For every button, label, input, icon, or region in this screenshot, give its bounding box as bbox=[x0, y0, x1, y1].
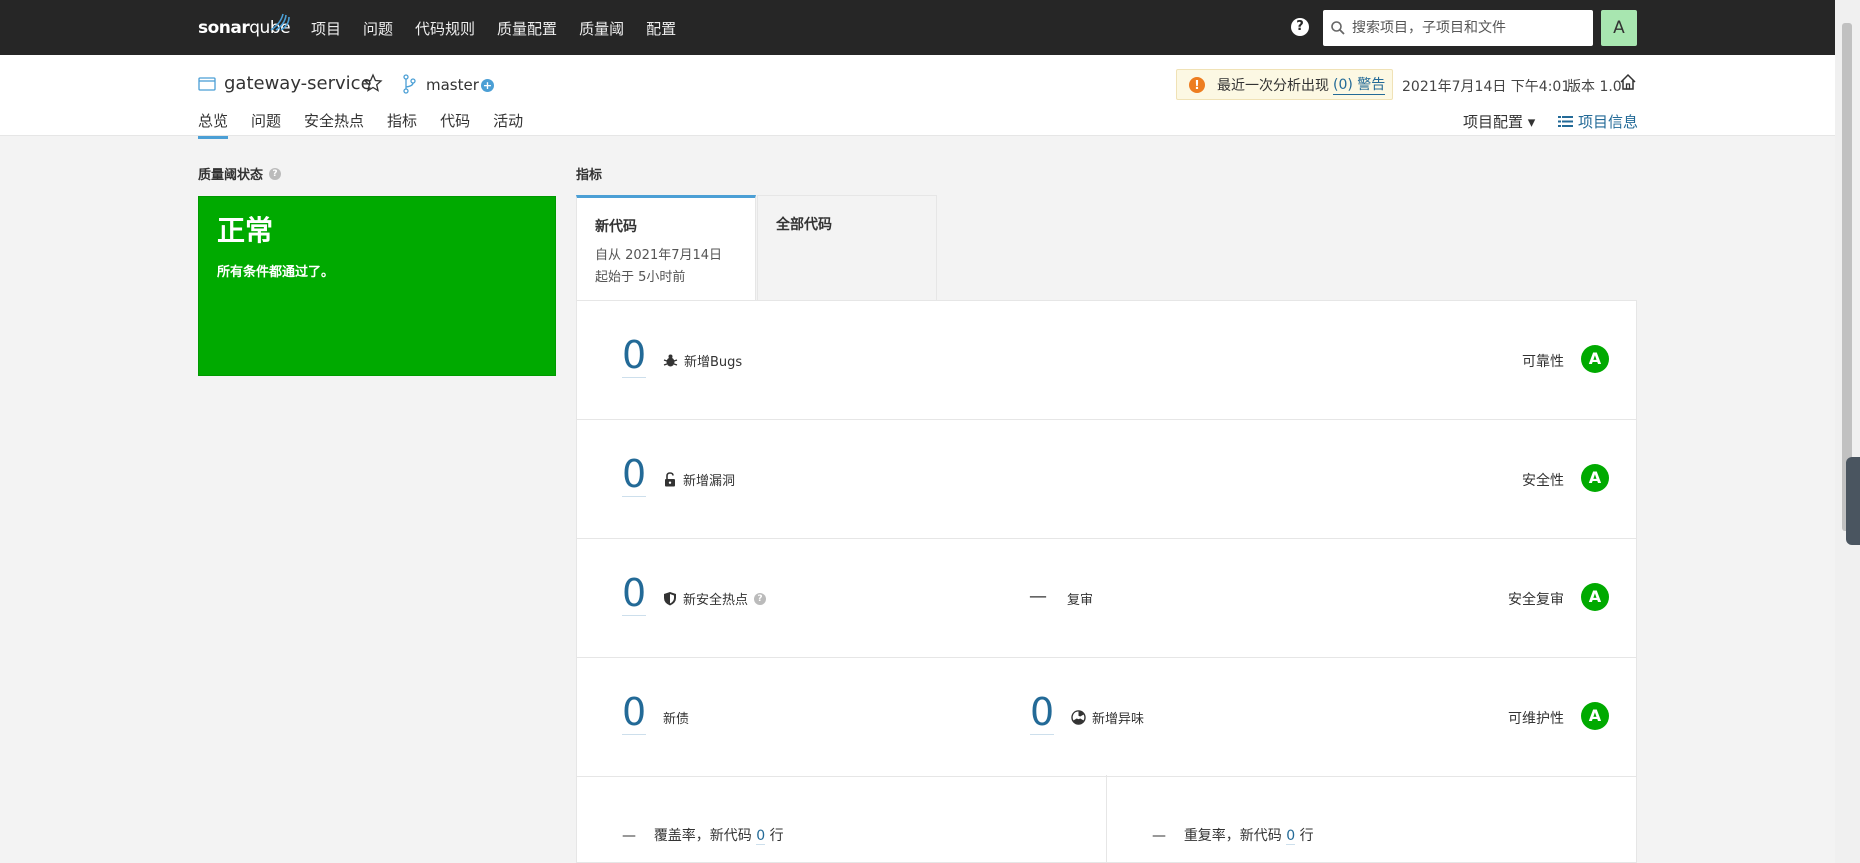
help-circle-icon[interactable]: ? bbox=[269, 167, 282, 180]
reliability-rating[interactable]: A bbox=[1581, 345, 1609, 373]
new-debt-value[interactable]: 0 bbox=[622, 690, 647, 735]
analysis-date: 2021年7月14日 下午4:01 bbox=[1402, 79, 1571, 95]
nav-quality-profiles[interactable]: 质量配置 bbox=[497, 18, 557, 39]
search-icon bbox=[1331, 21, 1345, 35]
top-navbar: sonarqube 项目 问题 代码规则 质量配置 质量阈 配置 ? A bbox=[0, 0, 1860, 55]
tab-hotspots[interactable]: 安全热点 bbox=[304, 110, 364, 139]
review-dash: — bbox=[1029, 586, 1047, 607]
maintainability-row: 0 新债 0 新增异味 可维护性 A bbox=[577, 658, 1636, 777]
tab-overview[interactable]: 总览 bbox=[198, 110, 229, 139]
security-label: 安全性 bbox=[1522, 473, 1564, 489]
project-header: gateway-service master + ! 最近一次分析出现 (0) … bbox=[0, 55, 1835, 139]
tab-activity[interactable]: 活动 bbox=[493, 110, 523, 139]
shield-icon bbox=[664, 592, 676, 606]
security-review-rating[interactable]: A bbox=[1581, 583, 1609, 611]
main-nav: 项目 问题 代码规则 质量配置 质量阈 配置 bbox=[311, 18, 698, 39]
maintainability-rating[interactable]: A bbox=[1581, 702, 1609, 730]
quality-gate-status-box: 正常 所有条件都通过了。 bbox=[198, 196, 556, 376]
project-nav: 总览 问题 安全热点 指标 代码 活动 bbox=[198, 110, 546, 139]
coverage-lines-value[interactable]: 0 bbox=[756, 828, 766, 845]
warning-icon: ! bbox=[1189, 76, 1205, 93]
new-vulnerabilities-label: 新增漏洞 bbox=[663, 470, 735, 489]
project-name[interactable]: gateway-service bbox=[224, 73, 372, 94]
search-box[interactable] bbox=[1323, 10, 1593, 46]
unlocked-icon bbox=[665, 472, 675, 487]
new-hotspots-label: 新安全热点 ? bbox=[663, 589, 767, 608]
project-version: 版本 1.0 bbox=[1567, 79, 1622, 95]
nav-quality-gates[interactable]: 质量阈 bbox=[579, 18, 624, 39]
hotspots-row: 0 新安全热点 ? — 复审 安全复审 A bbox=[577, 539, 1636, 658]
new-code-started: 起始于 5小时前 bbox=[595, 270, 686, 285]
list-icon bbox=[1558, 116, 1573, 127]
home-icon[interactable] bbox=[1619, 73, 1637, 91]
bug-icon bbox=[663, 354, 678, 367]
tab-code[interactable]: 代码 bbox=[440, 110, 470, 139]
quality-gate-description: 所有条件都通过了。 bbox=[217, 265, 335, 280]
tab-new-code[interactable]: 新代码 自从 2021年7月14日 起始于 5小时前 bbox=[576, 195, 756, 301]
nav-rules[interactable]: 代码规则 bbox=[415, 18, 475, 39]
new-code-smells-label: 新增异味 bbox=[1071, 708, 1144, 727]
tab-issues[interactable]: 问题 bbox=[251, 110, 281, 139]
duplication-lines-value[interactable]: 0 bbox=[1286, 828, 1296, 845]
metrics-panel: 0 新增Bugs 可靠性 A 0 新增漏洞 安全性 A 0 新安全热点 ? — … bbox=[576, 300, 1637, 863]
branch-icon bbox=[403, 74, 416, 94]
help-circle-icon[interactable]: ? bbox=[754, 592, 767, 605]
new-bugs-value[interactable]: 0 bbox=[622, 333, 647, 378]
new-code-smells-value[interactable]: 0 bbox=[1030, 690, 1055, 735]
project-info-label: 项目信息 bbox=[1578, 113, 1639, 131]
scrollbar-thumb[interactable] bbox=[1842, 23, 1852, 531]
metrics-title: 指标 bbox=[576, 168, 603, 183]
duplication-cell: — 重复率，新代码 0 行 bbox=[1107, 775, 1636, 863]
new-debt-label: 新债 bbox=[663, 712, 690, 727]
new-code-since: 自从 2021年7月14日 bbox=[595, 248, 723, 263]
favorite-star-icon[interactable] bbox=[363, 73, 383, 93]
nav-projects[interactable]: 项目 bbox=[311, 18, 341, 39]
warning-text: 最近一次分析出现 bbox=[1217, 77, 1329, 94]
warning-link[interactable]: (0) 警告 bbox=[1333, 74, 1386, 95]
project-icon bbox=[198, 77, 216, 91]
nav-administration[interactable]: 配置 bbox=[646, 18, 676, 39]
user-avatar[interactable]: A bbox=[1601, 10, 1637, 46]
coverage-cell: — 覆盖率，新代码 0 行 bbox=[577, 775, 1107, 863]
new-bugs-label: 新增Bugs bbox=[663, 351, 742, 370]
project-settings-dropdown[interactable]: 项目配置 ▾ bbox=[1463, 111, 1535, 132]
new-vulnerabilities-value[interactable]: 0 bbox=[622, 452, 647, 497]
help-icon[interactable]: ? bbox=[1291, 18, 1309, 36]
logo-waves-icon bbox=[270, 13, 290, 31]
search-input[interactable] bbox=[1352, 20, 1587, 36]
code-smell-icon bbox=[1071, 710, 1086, 725]
quality-gate-title: 质量阈状态 ? bbox=[198, 164, 282, 183]
duplication-text: — 重复率，新代码 0 行 bbox=[1152, 828, 1314, 845]
coverage-text: — 覆盖率，新代码 0 行 bbox=[622, 828, 784, 845]
security-review-label: 安全复审 bbox=[1508, 592, 1564, 608]
tab-overall-code[interactable]: 全部代码 bbox=[757, 195, 937, 301]
bugs-row: 0 新增Bugs 可靠性 A bbox=[577, 301, 1636, 420]
branch-name[interactable]: master bbox=[426, 76, 479, 94]
analysis-warning: ! 最近一次分析出现 (0) 警告 bbox=[1176, 69, 1393, 100]
nav-issues[interactable]: 问题 bbox=[363, 18, 393, 39]
review-label: 复审 bbox=[1067, 593, 1094, 608]
reliability-label: 可靠性 bbox=[1522, 354, 1564, 370]
maintainability-label: 可维护性 bbox=[1508, 711, 1564, 727]
tab-measures[interactable]: 指标 bbox=[387, 110, 417, 139]
project-info-link[interactable]: 项目信息 bbox=[1558, 111, 1638, 132]
vulnerabilities-row: 0 新增漏洞 安全性 A bbox=[577, 420, 1636, 539]
new-hotspots-value[interactable]: 0 bbox=[622, 571, 647, 616]
add-branch-icon[interactable]: + bbox=[481, 79, 494, 92]
side-widget-handle[interactable] bbox=[1846, 457, 1860, 545]
quality-gate-status: 正常 bbox=[217, 214, 274, 247]
security-rating[interactable]: A bbox=[1581, 464, 1609, 492]
